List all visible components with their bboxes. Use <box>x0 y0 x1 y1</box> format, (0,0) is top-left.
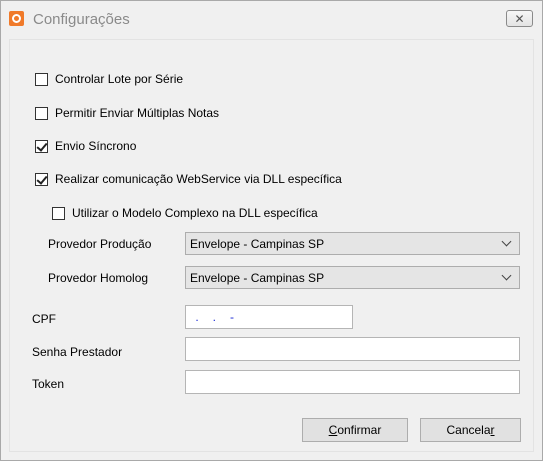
cpf-input[interactable]: . . - <box>185 305 353 329</box>
chevron-down-icon <box>503 238 511 246</box>
provedor-homolog-value: Envelope - Campinas SP <box>190 270 325 285</box>
senha-prestador-label: Senha Prestador <box>32 345 123 359</box>
checkbox-label: Realizar comunicação WebService via DLL … <box>55 172 342 186</box>
confirmar-label: onfirmar <box>337 423 382 437</box>
checkbox-controlar-lote[interactable]: Controlar Lote por Série <box>35 72 183 86</box>
close-icon: ✕ <box>514 11 525 26</box>
provedor-producao-select[interactable]: Envelope - Campinas SP <box>185 232 520 255</box>
checkbox-webservice-dll[interactable]: Realizar comunicação WebService via DLL … <box>35 172 342 186</box>
window-title: Configurações <box>33 11 130 28</box>
checkbox-envio-sincrono[interactable]: Envio Síncrono <box>35 139 136 153</box>
checkbox-label: Permitir Enviar Múltiplas Notas <box>55 106 220 120</box>
app-icon <box>9 11 24 26</box>
cancelar-accel: r <box>490 423 495 437</box>
checkbox-label: Envio Síncrono <box>55 139 137 153</box>
checkbox-label: Utilizar o Modelo Complexo na DLL especí… <box>72 206 318 220</box>
cancelar-button[interactable]: Cancela r <box>420 418 521 442</box>
checkbox-label: Controlar Lote por Série <box>55 72 184 86</box>
token-label: Token <box>32 377 65 391</box>
chevron-down-icon <box>503 272 511 280</box>
dialog-body: Controlar Lote por Série Permitir Enviar… <box>9 39 534 452</box>
checkbox-box[interactable] <box>52 206 65 220</box>
title-bar: Configurações ✕ <box>1 1 542 38</box>
checkbox-box[interactable] <box>35 72 48 86</box>
confirmar-button[interactable]: Confirmar <box>302 418 408 442</box>
senha-prestador-input[interactable] <box>185 337 520 361</box>
token-input[interactable] <box>185 370 520 394</box>
cpf-label: CPF <box>32 312 56 326</box>
provedor-producao-label: Provedor Produção <box>48 237 152 251</box>
confirmar-accel: C <box>328 423 338 437</box>
checkbox-modelo-complexo[interactable]: Utilizar o Modelo Complexo na DLL especí… <box>52 206 318 220</box>
provedor-producao-value: Envelope - Campinas SP <box>190 236 325 251</box>
checkbox-multiplas-notas[interactable]: Permitir Enviar Múltiplas Notas <box>35 106 219 120</box>
cancelar-label: Cancela <box>446 423 491 437</box>
checkbox-box[interactable] <box>35 106 48 120</box>
checkbox-box[interactable] <box>35 172 48 186</box>
provedor-homolog-label: Provedor Homolog <box>48 271 149 285</box>
configuracoes-dialog: Configurações ✕ Controlar Lote por Série… <box>0 0 543 461</box>
checkbox-box[interactable] <box>35 139 48 153</box>
close-button[interactable]: ✕ <box>506 10 533 27</box>
provedor-homolog-select[interactable]: Envelope - Campinas SP <box>185 266 520 289</box>
